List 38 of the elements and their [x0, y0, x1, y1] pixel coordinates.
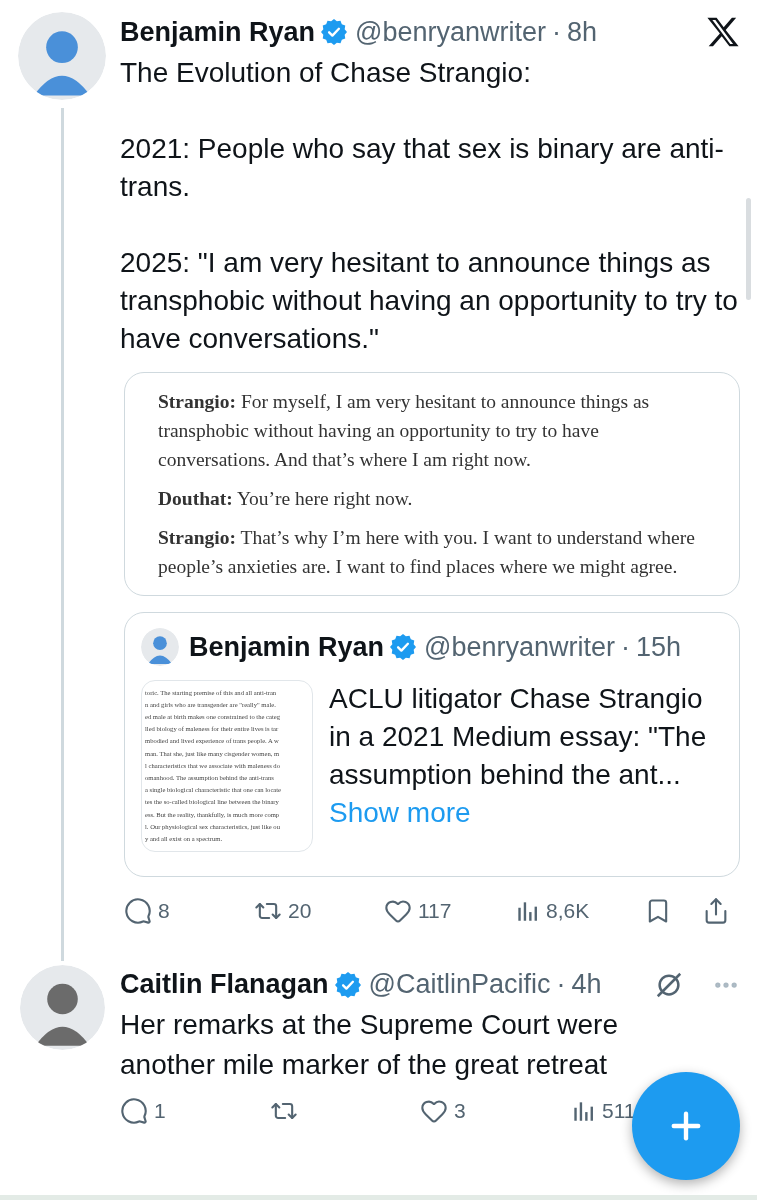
author-handle[interactable]: @CaitlinPacific	[368, 964, 551, 1005]
author-name[interactable]: Benjamin Ryan	[189, 627, 385, 668]
post-text: 2021: People who say that sex is binary are anti-trans.	[120, 132, 725, 204]
author-name[interactable]: Benjamin Ryan	[120, 11, 316, 53]
post-text: 2025: "I am very hesitant to announce things as transphobic without having an opportunity to try to have conversations."	[120, 246, 739, 356]
post-text: The Evolution of Chase Strangio:	[120, 56, 532, 90]
action-count: 1	[154, 1097, 166, 1124]
quoted-post-card[interactable]	[124, 612, 740, 877]
article-paragraph: Strangio: For myself, I am very hesitant to announce things as transphobic without having an opportunity to try to have conversations. And that’s where I am right now.	[158, 390, 651, 472]
post-time[interactable]: 4h	[571, 964, 602, 1005]
avatar[interactable]	[141, 628, 179, 667]
x-logo-icon[interactable]	[706, 16, 740, 48]
quoted-post-text: ACLU litigator Chase Strangio in a 2021 Medium essay: "The assumption behind the ant... Show more	[329, 681, 708, 830]
post-time[interactable]: 15h	[636, 627, 682, 668]
reply-icon[interactable]	[120, 1096, 148, 1125]
article-paragraph: Strangio: That’s why I’m here with you. I want to understand where people’s anxieties are. I want to find places where we might agree.	[158, 526, 696, 579]
quoted-article-image[interactable]	[124, 372, 740, 596]
action-count: 20	[288, 897, 312, 924]
compose-button[interactable]	[632, 1072, 740, 1180]
author-name[interactable]: Caitlin Flanagan	[120, 964, 329, 1005]
document-thumbnail[interactable]	[141, 679, 313, 852]
author-handle[interactable]: @benryanwriter	[424, 627, 616, 668]
action-count: 8	[158, 897, 170, 924]
author-handle[interactable]: @benryanwriter	[355, 11, 547, 53]
article-paragraph: Douthat: You’re here right now.	[158, 487, 414, 511]
action-count: 8,6K	[546, 897, 590, 924]
separator-dot: ·	[552, 15, 562, 49]
avatar[interactable]	[18, 12, 106, 100]
scrollbar[interactable]	[746, 198, 751, 300]
separator-dot: ·	[556, 968, 566, 1002]
reply-icon[interactable]	[124, 896, 152, 925]
post-text: Her remarks at the Supreme Court were another mile marker of the great retreat	[120, 1007, 619, 1082]
post-time[interactable]: 8h	[567, 11, 598, 53]
action-count: 117	[418, 897, 452, 924]
separator-dot: ·	[621, 631, 631, 664]
action-count: 3	[454, 1097, 466, 1124]
avatar[interactable]	[19, 964, 105, 1050]
action-count: 511	[602, 1097, 636, 1124]
